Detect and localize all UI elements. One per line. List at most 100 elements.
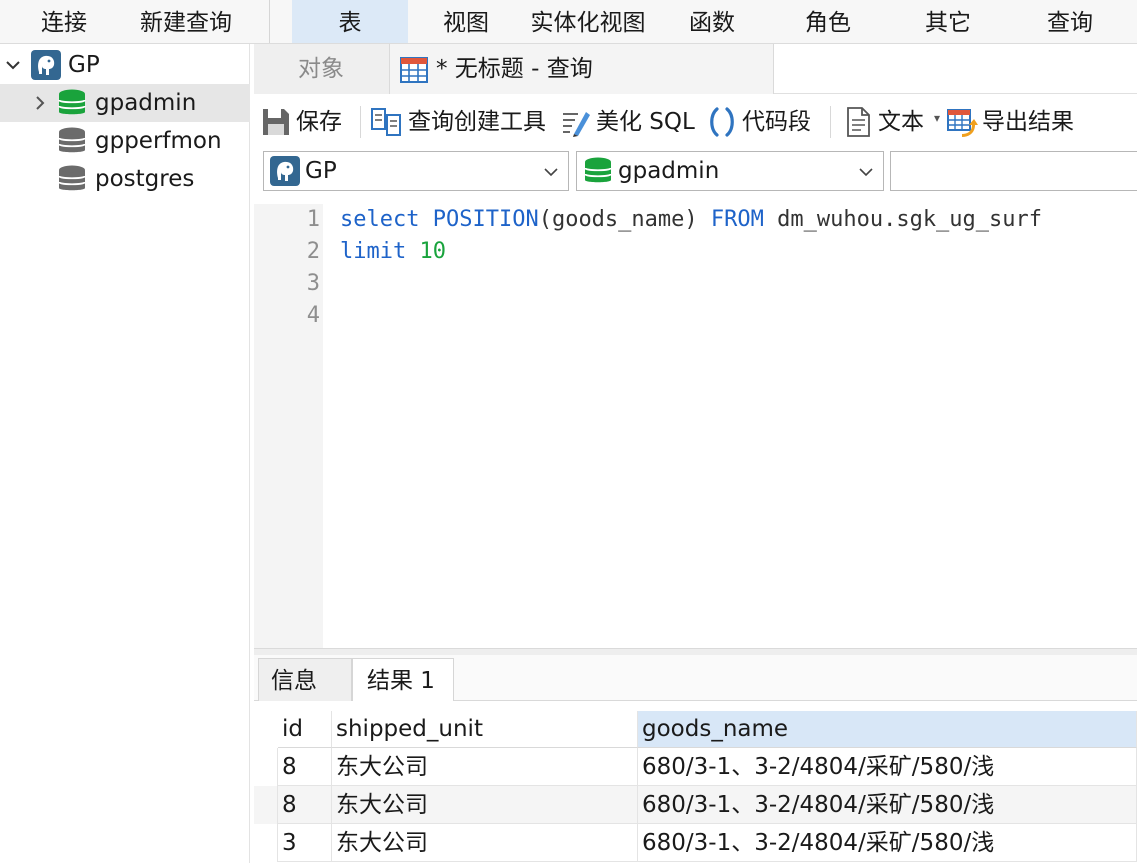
row-marker[interactable] xyxy=(254,748,278,786)
result-grid: id shipped_unit goods_name 8 东大公司 680/3-… xyxy=(254,701,1137,863)
schema-select[interactable] xyxy=(890,151,1137,191)
connection-select-value: GP xyxy=(305,158,337,184)
sql-editor[interactable]: 1 2 3 4 select POSITION(goods_name) FROM… xyxy=(254,204,1137,648)
chevron-down-icon[interactable] xyxy=(5,57,21,73)
postgresql-elephant-icon xyxy=(31,50,61,80)
tab-objects-label: 对象 xyxy=(298,56,344,82)
connection-select[interactable]: GP xyxy=(263,151,569,191)
cell-value: 680/3-1、3-2/4804/采矿/580/浅 xyxy=(642,754,995,780)
code-snippet-button[interactable]: 代码段 xyxy=(706,103,822,141)
cell-value: 680/3-1、3-2/4804/采矿/580/浅 xyxy=(642,830,995,856)
sql-number: 10 xyxy=(419,239,446,264)
tree-connection-label: GP xyxy=(68,52,100,78)
table-row[interactable]: 8 东大公司 680/3-1、3-2/4804/采矿/580/浅 xyxy=(254,786,1137,824)
cell-value: 680/3-1、3-2/4804/采矿/580/浅 xyxy=(642,792,995,818)
menu-queries[interactable]: 查询 xyxy=(1026,0,1114,43)
column-header-label: shipped_unit xyxy=(336,716,483,742)
menu-new-query[interactable]: 新建查询 xyxy=(130,0,242,43)
dropdown-caret-icon[interactable]: ▾ xyxy=(934,111,940,125)
database-select-value: gpadmin xyxy=(618,158,720,184)
beautify-brush-icon xyxy=(563,112,590,137)
cell-goods-name[interactable]: 680/3-1、3-2/4804/采矿/580/浅 xyxy=(638,748,1137,786)
cell-id[interactable]: 8 xyxy=(278,786,332,824)
chevron-down-icon[interactable] xyxy=(858,166,874,178)
cell-id[interactable]: 8 xyxy=(278,748,332,786)
tab-objects[interactable]: 对象 xyxy=(254,44,390,94)
tab-message[interactable]: 信息 xyxy=(258,658,352,701)
column-header-shipped-unit[interactable]: shipped_unit xyxy=(332,711,638,748)
menu-tables[interactable]: 表 xyxy=(292,0,408,43)
editor-results-splitter[interactable] xyxy=(254,648,1137,655)
sql-keyword: select xyxy=(340,207,420,232)
menu-functions[interactable]: 函数 xyxy=(668,0,756,43)
tree-db-postgres[interactable]: postgres xyxy=(0,160,250,198)
menu-materialized-views[interactable]: 实体化视图 xyxy=(520,0,656,43)
cell-value: 8 xyxy=(282,792,297,818)
chevron-right-icon[interactable] xyxy=(32,95,48,111)
database-gray-icon xyxy=(58,127,86,153)
cell-goods-name[interactable]: 680/3-1、3-2/4804/采矿/580/浅 xyxy=(638,824,1137,862)
cell-shipped-unit[interactable]: 东大公司 xyxy=(332,786,638,824)
row-marker[interactable] xyxy=(254,786,278,824)
result-tab-bar: 信息 结果 1 xyxy=(254,655,1137,702)
database-select[interactable]: gpadmin xyxy=(576,151,884,191)
save-button[interactable]: 保存 xyxy=(260,103,352,141)
query-table-icon xyxy=(400,57,428,83)
menu-connect[interactable]: 连接 xyxy=(24,0,104,43)
cell-shipped-unit[interactable]: 东大公司 xyxy=(332,748,638,786)
cell-value: 3 xyxy=(282,830,297,856)
code-line-2[interactable]: limit 10 xyxy=(340,236,446,268)
table-row[interactable]: 8 东大公司 680/3-1、3-2/4804/采矿/580/浅 xyxy=(254,748,1137,786)
line-number: 4 xyxy=(306,303,320,328)
cell-value: 东大公司 xyxy=(336,830,428,856)
text-output-label: 文本 xyxy=(878,109,924,135)
export-results-button[interactable]: 导出结果 xyxy=(946,103,1086,141)
tab-result-label: 结果 1 xyxy=(367,668,435,694)
connection-selector-bar: GP gpadmin xyxy=(254,148,1137,198)
query-toolbar: 保存 查询创建工具 美化 SQL 代码段 文本 ▾ 导出结果 xyxy=(254,94,1137,148)
tab-untitled-query[interactable]: * 无标题 - 查询 xyxy=(390,44,774,94)
line-number-gutter: 1 2 3 4 xyxy=(254,204,323,648)
column-header-id[interactable]: id xyxy=(278,711,332,748)
connection-tree: GP gpadmin gpperfmon postgres xyxy=(0,44,250,863)
cell-value: 8 xyxy=(282,754,297,780)
tree-db-gpperfmon[interactable]: gpperfmon xyxy=(0,122,250,160)
beautify-sql-label: 美化 SQL xyxy=(596,109,695,135)
tab-result-1[interactable]: 结果 1 xyxy=(352,658,454,702)
chevron-down-icon[interactable] xyxy=(543,166,559,178)
row-marker[interactable] xyxy=(254,824,278,862)
column-header-label: id xyxy=(282,716,303,742)
line-number: 2 xyxy=(306,239,320,264)
beautify-sql-button[interactable]: 美化 SQL xyxy=(560,103,706,141)
sql-keyword: FROM xyxy=(710,207,764,232)
database-gray-icon xyxy=(58,165,86,191)
code-snippet-label: 代码段 xyxy=(742,109,811,135)
column-header-goods-name[interactable]: goods_name xyxy=(638,711,1137,748)
menu-roles[interactable]: 角色 xyxy=(784,0,872,43)
query-builder-button[interactable]: 查询创建工具 xyxy=(370,103,556,141)
tree-db-label: gpperfmon xyxy=(95,128,222,154)
menu-views[interactable]: 视图 xyxy=(420,0,512,43)
tree-connection-gp[interactable]: GP xyxy=(0,46,250,84)
tab-message-label: 信息 xyxy=(271,668,317,694)
cell-id[interactable]: 3 xyxy=(278,824,332,862)
save-label: 保存 xyxy=(296,109,342,135)
cell-shipped-unit[interactable]: 东大公司 xyxy=(332,824,638,862)
table-row[interactable]: 3 东大公司 680/3-1、3-2/4804/采矿/580/浅 xyxy=(254,824,1137,862)
database-green-icon xyxy=(58,89,86,115)
document-tab-bar: 对象 * 无标题 - 查询 xyxy=(254,44,1137,94)
code-line-1[interactable]: select POSITION(goods_name) FROM dm_wuho… xyxy=(340,204,1042,236)
menu-others[interactable]: 其它 xyxy=(904,0,992,43)
toolbar-divider xyxy=(360,106,361,138)
tree-db-gpadmin[interactable]: gpadmin xyxy=(0,84,250,122)
cell-goods-name[interactable]: 680/3-1、3-2/4804/采矿/580/浅 xyxy=(638,786,1137,824)
parentheses-icon xyxy=(710,107,734,137)
tab-query-label: * 无标题 - 查询 xyxy=(436,56,593,82)
export-table-icon xyxy=(947,109,978,137)
line-number: 3 xyxy=(306,271,320,296)
tree-db-label: postgres xyxy=(95,166,195,192)
top-menu-bar: 连接 新建查询 表 视图 实体化视图 函数 角色 其它 查询 xyxy=(0,0,1137,44)
cell-value: 东大公司 xyxy=(336,754,428,780)
column-header-label: goods_name xyxy=(642,716,789,742)
text-output-button[interactable]: 文本 ▾ xyxy=(842,103,942,141)
